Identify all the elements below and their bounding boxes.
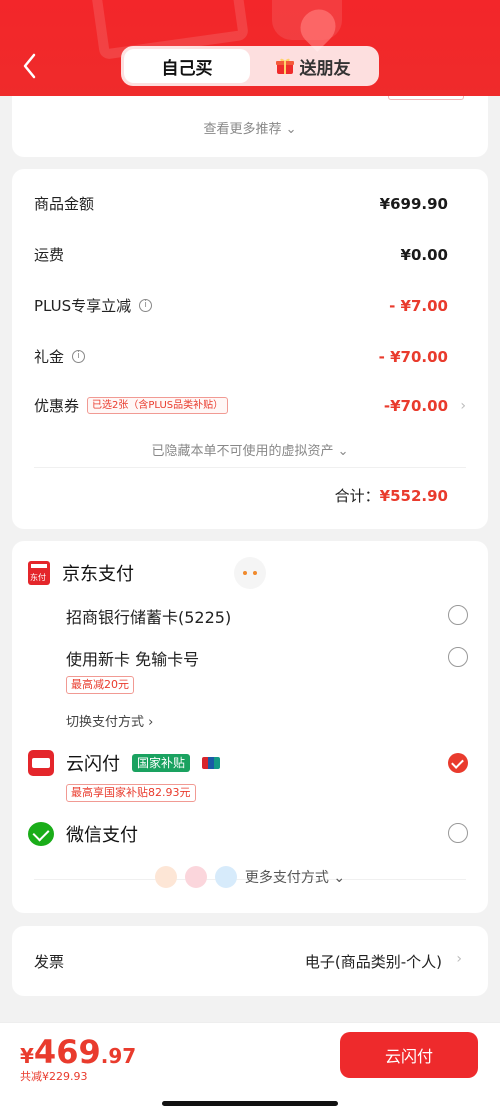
- purchase-mode-switch: 自己买 送朋友: [121, 46, 379, 86]
- shipping-value: ¥0.00: [400, 245, 448, 264]
- total-label: 合计：: [334, 487, 380, 505]
- goods-amount-row: 商品金额 ¥699.90: [34, 193, 448, 214]
- price-decimal: .97: [100, 1044, 137, 1068]
- shipping-row: 运费 ¥0.00: [34, 244, 448, 265]
- yunshanfu-logo-icon: [28, 750, 54, 776]
- yunshanfu-radio-checked[interactable]: [448, 753, 468, 773]
- new-card-promo-wrap: 最高减20元: [66, 673, 468, 694]
- jd-pay-header: 东付 京东支付: [28, 560, 134, 586]
- switch-payment-method[interactable]: 切换支付方式 ›: [66, 711, 153, 730]
- jd-pay-label: 京东支付: [62, 564, 134, 585]
- back-arrow-icon[interactable]: [20, 52, 44, 80]
- info-icon[interactable]: i: [72, 350, 86, 363]
- goods-amount-label: 商品金额: [34, 195, 95, 213]
- gift-icon: [275, 57, 294, 75]
- cmb-card-label: 招商银行储蓄卡(5225): [66, 608, 232, 627]
- coupon-value: -¥70.00: [383, 396, 448, 415]
- new-card-option[interactable]: 使用新卡 免输卡号: [66, 646, 468, 670]
- yunshanfu-promo: 最高享国家补贴82.93元: [66, 784, 196, 802]
- tab-self-buy[interactable]: 自己买: [124, 49, 250, 83]
- order-total: 合计：¥552.90: [335, 485, 448, 506]
- shipping-label: 运费: [34, 246, 65, 264]
- wechat-pay-label: 微信支付: [66, 825, 138, 846]
- gift-money-row: 礼金 i - ¥70.00: [34, 346, 448, 367]
- new-card-label: 使用新卡 免输卡号: [66, 650, 200, 669]
- gift-money-label: 礼金: [34, 348, 65, 366]
- coupon-row[interactable]: 优惠券 已选2张（含PLUS品类补贴） -¥70.00 ›: [34, 395, 466, 416]
- invoice-value: 电子(商品类别-个人): [304, 953, 442, 971]
- gift-money-value: - ¥70.00: [378, 347, 448, 366]
- price-currency: ¥: [20, 1044, 34, 1068]
- total-saved: 共减¥229.93: [20, 1070, 88, 1083]
- more-recommend-link[interactable]: 查看更多推荐 ⌄: [12, 118, 488, 137]
- invoice-label: 发票: [34, 953, 65, 971]
- yunshanfu-option[interactable]: 云闪付 国家补贴: [28, 750, 221, 776]
- chevron-right-icon: ›: [456, 951, 462, 967]
- info-icon[interactable]: i: [139, 299, 153, 312]
- recommend-card: 查看更多推荐 ⌄: [12, 96, 488, 157]
- cut-off-tag: [388, 96, 464, 100]
- yunshanfu-label: 云闪付: [66, 754, 120, 775]
- price-integer: 469: [33, 1033, 101, 1071]
- hidden-assets-note[interactable]: 已隐藏本单不可使用的虚拟资产 ⌄: [12, 440, 488, 459]
- tab-send-friend[interactable]: 送朋友: [250, 49, 376, 83]
- plus-discount-value: - ¥7.00: [389, 296, 448, 315]
- header: 自己买 送朋友: [0, 0, 500, 96]
- chevron-right-icon: ›: [460, 397, 466, 414]
- tab-send-friend-label: 送朋友: [299, 58, 351, 79]
- plus-discount-label: PLUS专享立减: [34, 297, 132, 315]
- friend-pay-icon: [154, 866, 177, 888]
- submit-pay-button[interactable]: 云闪付: [340, 1032, 478, 1078]
- total-value: ¥552.90: [379, 487, 448, 505]
- tab-self-buy-label: 自己买: [161, 58, 213, 79]
- unionpay-icon: [202, 757, 221, 769]
- invoice-card[interactable]: 发票 电子(商品类别-个人) ›: [12, 926, 488, 996]
- loading-spinner-icon: [234, 557, 266, 589]
- more-payment-methods[interactable]: 更多支付方式 ⌄: [12, 866, 488, 888]
- coupon-label: 优惠券: [34, 397, 80, 415]
- wechat-pay-radio[interactable]: [448, 823, 468, 843]
- more-payment-label: 更多支付方式 ⌄: [244, 870, 346, 886]
- jd-pay-logo-icon: 东付: [28, 561, 50, 585]
- cmb-card-option[interactable]: 招商银行储蓄卡(5225): [66, 604, 468, 628]
- checkout-bar: ¥469.97 共减¥229.93 云闪付: [0, 1022, 500, 1111]
- divider: [34, 467, 466, 468]
- jd-logo-text: 东付: [30, 573, 46, 582]
- qq-pay-icon: [214, 866, 237, 888]
- wechat-pay-option[interactable]: 微信支付: [28, 821, 138, 847]
- goods-amount-value: ¥699.90: [379, 194, 448, 213]
- new-card-promo: 最高减20元: [66, 676, 134, 694]
- order-summary-card: 商品金额 ¥699.90 运费 ¥0.00 PLUS专享立减 i - ¥7.00 …: [12, 169, 488, 529]
- home-indicator: [162, 1101, 338, 1106]
- payment-card: 东付 京东支付 招商银行储蓄卡(5225) 使用新卡 免输卡号 最高减20元 切…: [12, 541, 488, 913]
- final-price: ¥469.97: [20, 1033, 136, 1071]
- cmb-card-radio[interactable]: [448, 605, 468, 625]
- installment-icon: [184, 866, 207, 888]
- coupon-selected-tag: 已选2张（含PLUS品类补贴）: [87, 397, 229, 414]
- wechat-pay-logo-icon: [28, 822, 54, 846]
- new-card-radio[interactable]: [448, 647, 468, 667]
- gov-subsidy-tag: 国家补贴: [132, 754, 191, 772]
- yunshanfu-promo-wrap: 最高享国家补贴82.93元: [66, 781, 468, 802]
- plus-discount-row: PLUS专享立减 i - ¥7.00: [34, 295, 448, 316]
